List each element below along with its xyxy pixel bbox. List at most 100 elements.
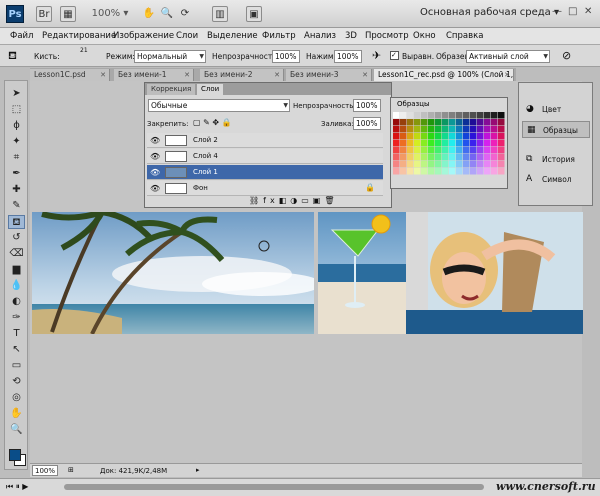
swatch-cell[interactable] xyxy=(435,140,442,147)
swatch-cell[interactable] xyxy=(477,154,484,161)
swatch-cell[interactable] xyxy=(484,154,491,161)
swatch-cell[interactable] xyxy=(449,147,456,154)
swatch-cell[interactable] xyxy=(498,147,505,154)
menu-help[interactable]: Справка xyxy=(446,31,483,41)
swatch-cell[interactable] xyxy=(421,140,428,147)
swatch-cell[interactable] xyxy=(400,147,407,154)
swatch-cell[interactable] xyxy=(456,168,463,175)
swatch-cell[interactable] xyxy=(407,112,414,119)
crop-tool-icon[interactable]: ⌗ xyxy=(8,151,25,165)
path-select-icon[interactable]: ↖ xyxy=(8,343,25,357)
panel-history[interactable]: ⧉ История xyxy=(522,151,590,168)
swatch-cell[interactable] xyxy=(491,140,498,147)
swatch-cell[interactable] xyxy=(484,112,491,119)
swatch-cell[interactable] xyxy=(491,161,498,168)
swatch-cell[interactable] xyxy=(498,140,505,147)
move-tool-icon[interactable]: ➤ xyxy=(8,87,25,101)
3d-rotate-icon[interactable]: ⟲ xyxy=(8,375,25,389)
layer-row[interactable]: 👁 Слой 1 xyxy=(147,165,383,180)
menu-select[interactable]: Выделение xyxy=(207,31,258,41)
frame-controls[interactable]: ⏮ ⏸ ▶ xyxy=(6,482,28,492)
swatch-cell[interactable] xyxy=(442,161,449,168)
type-tool-icon[interactable]: T xyxy=(8,327,25,341)
swatch-cell[interactable] xyxy=(498,154,505,161)
swatch-cell[interactable] xyxy=(400,112,407,119)
swatch-cell[interactable] xyxy=(477,168,484,175)
swatch-cell[interactable] xyxy=(407,133,414,140)
swatch-cell[interactable] xyxy=(442,112,449,119)
swatch-cell[interactable] xyxy=(414,119,421,126)
swatch-cell[interactable] xyxy=(421,168,428,175)
brush-tool-icon[interactable]: ✎ xyxy=(8,199,25,213)
status-info-icon[interactable]: ⊞ xyxy=(68,466,74,474)
swatch-cell[interactable] xyxy=(491,168,498,175)
swatch-cell[interactable] xyxy=(400,140,407,147)
swatch-cell[interactable] xyxy=(414,161,421,168)
airbrush-icon[interactable]: ✈ xyxy=(372,49,381,62)
swatch-cell[interactable] xyxy=(428,126,435,133)
tab-lesson1c-rec[interactable]: Lesson1C_rec.psd @ 100% (Слой 1, RGB/8) … xyxy=(374,69,514,81)
3d-orbit-icon[interactable]: ◎ xyxy=(8,391,25,405)
swatch-cell[interactable] xyxy=(407,147,414,154)
swatch-cell[interactable] xyxy=(428,133,435,140)
history-brush-icon[interactable]: ↺ xyxy=(8,231,25,245)
swatch-cell[interactable] xyxy=(400,133,407,140)
swatch-cell[interactable] xyxy=(414,126,421,133)
lock-icons[interactable]: ▢ ✎ ✥ 🔒 xyxy=(193,118,253,127)
swatch-cell[interactable] xyxy=(442,140,449,147)
swatch-cell[interactable] xyxy=(435,147,442,154)
tab-untitled-1[interactable]: Без имени-1 ✕ xyxy=(114,69,194,81)
swatch-cell[interactable] xyxy=(407,154,414,161)
screen-mode-button[interactable]: ▣ xyxy=(246,6,262,22)
zoom-tool-icon-2[interactable]: 🔍 xyxy=(8,423,25,437)
minimize-icon[interactable]: — xyxy=(552,6,562,17)
swatch-cell[interactable] xyxy=(456,147,463,154)
swatch-cell[interactable] xyxy=(421,133,428,140)
swatch-cell[interactable] xyxy=(449,140,456,147)
swatch-cell[interactable] xyxy=(498,168,505,175)
swatch-grid[interactable] xyxy=(393,112,505,176)
swatch-cell[interactable] xyxy=(449,133,456,140)
swatch-cell[interactable] xyxy=(407,168,414,175)
swatch-cell[interactable] xyxy=(491,133,498,140)
tab-untitled-3[interactable]: Без имени-3 ✕ xyxy=(286,69,372,81)
menu-view[interactable]: Просмотр xyxy=(365,31,409,41)
swatch-cell[interactable] xyxy=(428,119,435,126)
swatch-cell[interactable] xyxy=(477,147,484,154)
swatch-cell[interactable] xyxy=(414,133,421,140)
swatch-cell[interactable] xyxy=(442,126,449,133)
swatch-cell[interactable] xyxy=(498,112,505,119)
swatch-cell[interactable] xyxy=(463,126,470,133)
swatch-cell[interactable] xyxy=(393,140,400,147)
swatch-cell[interactable] xyxy=(449,154,456,161)
swatch-cell[interactable] xyxy=(393,119,400,126)
dodge-tool-icon[interactable]: ◐ xyxy=(8,295,25,309)
bridge-button[interactable]: Br xyxy=(36,6,52,22)
layer-row[interactable]: 👁 Слой 4 xyxy=(147,149,383,164)
swatch-cell[interactable] xyxy=(407,140,414,147)
layer-row[interactable]: 👁 Фон 🔒 xyxy=(147,181,383,196)
close-icon[interactable]: ✕ xyxy=(584,6,592,17)
swatch-cell[interactable] xyxy=(470,126,477,133)
pressure-field[interactable]: 100% xyxy=(334,50,362,63)
menu-window[interactable]: Окно xyxy=(413,31,436,41)
menu-layers[interactable]: Слои xyxy=(176,31,198,41)
swatch-cell[interactable] xyxy=(435,168,442,175)
eyedropper-tool-icon[interactable]: ✒ xyxy=(8,167,25,181)
document-image[interactable] xyxy=(32,212,583,334)
swatch-cell[interactable] xyxy=(400,168,407,175)
opacity-field[interactable]: 100% xyxy=(272,50,300,63)
swatch-cell[interactable] xyxy=(477,119,484,126)
swatch-cell[interactable] xyxy=(414,112,421,119)
blend-mode-select[interactable]: Обычные ▼ xyxy=(148,99,290,112)
marquee-tool-icon[interactable]: ⬚ xyxy=(8,103,25,117)
status-arrow-icon[interactable]: ▸ xyxy=(196,466,200,474)
swatch-cell[interactable] xyxy=(456,133,463,140)
ignore-adjust-icon[interactable]: ⊘ xyxy=(562,49,571,62)
rotate-view-icon[interactable]: ⟳ xyxy=(178,6,192,22)
swatch-cell[interactable] xyxy=(498,133,505,140)
swatch-cell[interactable] xyxy=(414,147,421,154)
swatch-cell[interactable] xyxy=(456,140,463,147)
swatch-cell[interactable] xyxy=(435,133,442,140)
status-zoom-field[interactable]: 100% xyxy=(32,465,58,476)
